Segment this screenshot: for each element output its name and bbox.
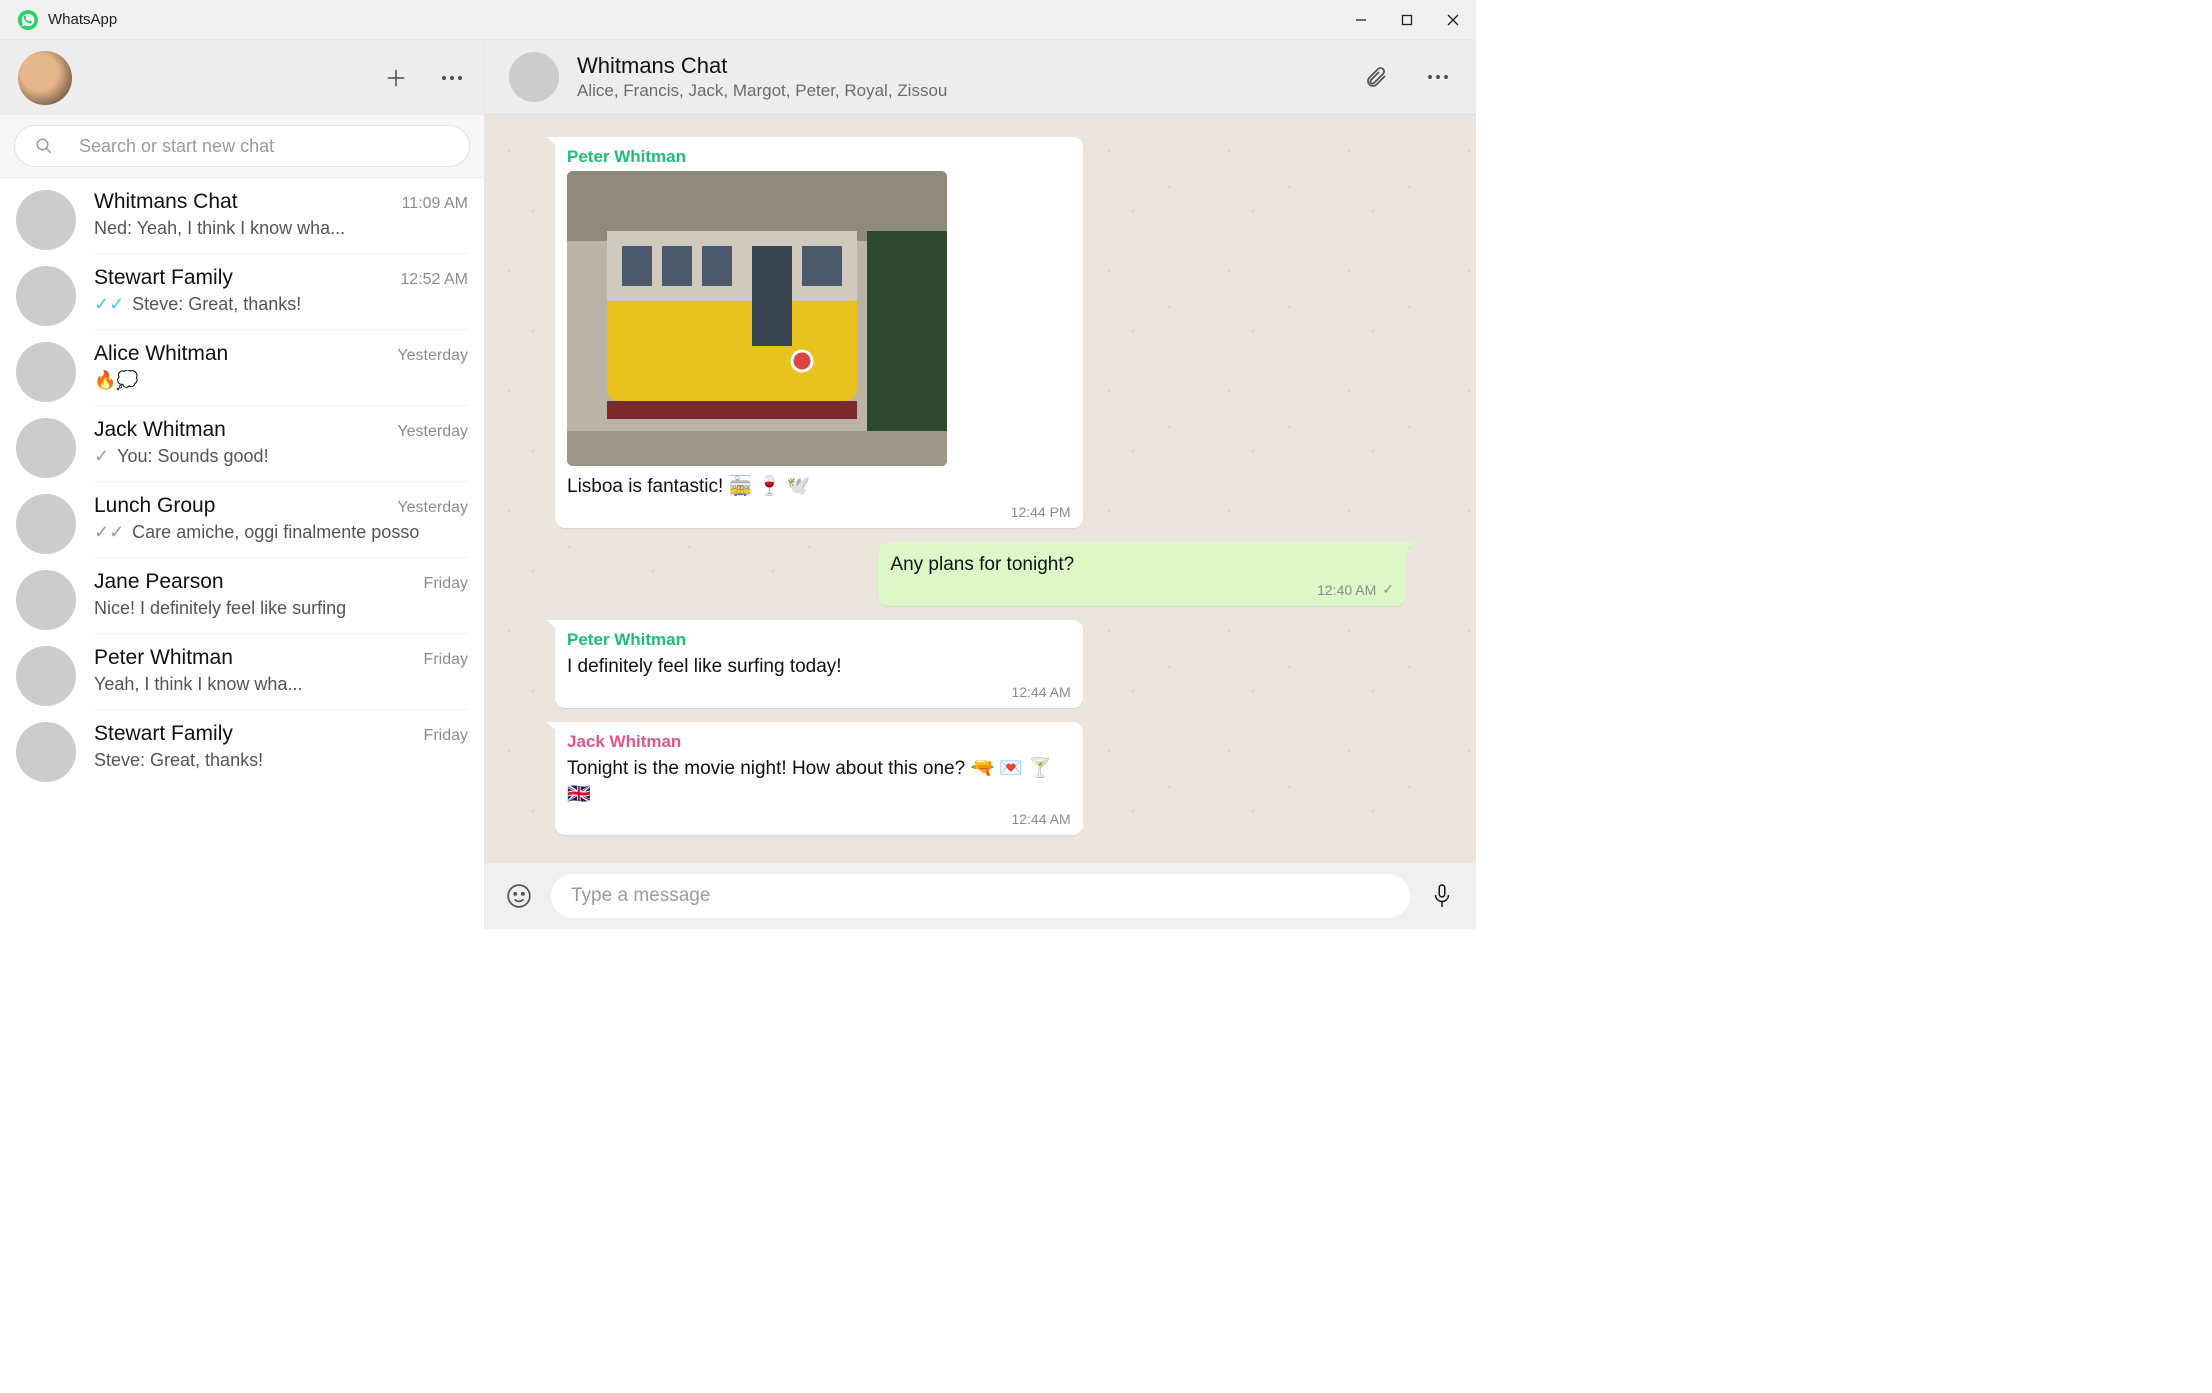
chat-list-avatar xyxy=(16,266,76,326)
chat-subtitle: Alice, Francis, Jack, Margot, Peter, Roy… xyxy=(577,81,1362,101)
chat-list-time: Yesterday xyxy=(397,423,468,441)
chat-header[interactable]: Whitmans Chat Alice, Francis, Jack, Marg… xyxy=(485,40,1476,115)
read-tick-icon: ✓✓ xyxy=(94,294,124,315)
sent-tick-icon: ✓ xyxy=(1382,581,1394,598)
message-time: 12:44 AM xyxy=(567,684,1071,700)
chat-list-avatar xyxy=(16,494,76,554)
attach-button[interactable] xyxy=(1362,63,1390,91)
chat-list-name: Peter Whitman xyxy=(94,646,233,670)
chat-list-time: Friday xyxy=(424,651,468,669)
whatsapp-logo-icon xyxy=(18,10,38,30)
chat-list-item[interactable]: Jane Pearson Friday Nice! I definitely fee… xyxy=(0,558,484,634)
chat-list-time: 12:52 AM xyxy=(400,271,468,289)
chat-list-name: Stewart Family xyxy=(94,722,233,746)
window-close-button[interactable] xyxy=(1430,0,1476,40)
message-time: 12:40 AM ✓ xyxy=(890,581,1394,598)
chat-list-time: Friday xyxy=(424,575,468,593)
self-avatar[interactable] xyxy=(18,51,72,105)
chat-list-avatar xyxy=(16,418,76,478)
message-input[interactable] xyxy=(571,885,1390,907)
message-time: 12:44 PM xyxy=(567,504,1071,520)
chat-list-item[interactable]: Alice Whitman Yesterday 🔥💭 xyxy=(0,330,484,406)
chat-list-item[interactable]: Peter Whitman Friday Yeah, I think I know … xyxy=(0,634,484,710)
chat-list-name: Stewart Family xyxy=(94,266,233,290)
chat-list-avatar xyxy=(16,190,76,250)
paperclip-icon xyxy=(1364,65,1388,89)
chat-list-name: Jack Whitman xyxy=(94,418,226,442)
smiley-icon xyxy=(506,883,532,909)
incoming-message[interactable]: Jack Whitman Tonight is the movie night! … xyxy=(555,722,1083,835)
message-sender: Jack Whitman xyxy=(567,732,1071,752)
window-title: WhatsApp xyxy=(48,11,117,28)
message-text: Tonight is the movie night! How about th… xyxy=(567,756,1071,807)
chat-list-name: Alice Whitman xyxy=(94,342,228,366)
voice-record-button[interactable] xyxy=(1428,882,1456,910)
chat-menu-button[interactable] xyxy=(1424,63,1452,91)
message-text: Any plans for tonight? xyxy=(890,552,1394,578)
chat-list-avatar xyxy=(16,722,76,782)
message-sender: Peter Whitman xyxy=(567,630,1071,650)
window-titlebar: WhatsApp xyxy=(0,0,1476,40)
message-input-wrapper[interactable] xyxy=(551,874,1410,918)
search-input-wrapper[interactable] xyxy=(14,125,470,167)
messages-area[interactable]: Peter Whitman Lisboa is fantastic! 🚋 🍷 🕊️… xyxy=(485,115,1476,863)
chat-list-item[interactable]: Stewart Family Friday Steve: Great, thanks… xyxy=(0,710,484,785)
chat-list-item[interactable]: Stewart Family 12:52 AM ✓✓Steve: Great, th… xyxy=(0,254,484,330)
microphone-icon xyxy=(1431,883,1453,909)
chat-list-preview: ✓✓Care amiche, oggi finalmente posso xyxy=(94,522,468,543)
chat-list-preview: ✓✓Steve: Great, thanks! xyxy=(94,294,468,315)
sent-tick-icon: ✓ xyxy=(94,446,109,467)
outgoing-message[interactable]: Any plans for tonight? 12:40 AM ✓ xyxy=(878,542,1406,607)
sidebar: Whitmans Chat 11:09 AM Ned: Yeah, I think … xyxy=(0,40,485,929)
chat-list-preview: Nice! I definitely feel like surfing xyxy=(94,598,468,619)
chat-list-name: Jane Pearson xyxy=(94,570,224,594)
chat-title: Whitmans Chat xyxy=(577,53,1362,79)
chat-list-item[interactable]: Whitmans Chat 11:09 AM Ned: Yeah, I think … xyxy=(0,178,484,254)
chat-list-avatar xyxy=(16,342,76,402)
chat-list[interactable]: Whitmans Chat 11:09 AM Ned: Yeah, I think … xyxy=(0,178,484,929)
chat-list-name: Lunch Group xyxy=(94,494,215,518)
chat-list-time: Yesterday xyxy=(397,499,468,517)
chat-list-time: Yesterday xyxy=(397,347,468,365)
chat-list-preview: Yeah, I think I know wha... xyxy=(94,674,468,695)
sidebar-search xyxy=(0,115,484,178)
message-text: I definitely feel like surfing today! xyxy=(567,654,1071,680)
chat-list-item[interactable]: Jack Whitman Yesterday ✓You: Sounds good! xyxy=(0,406,484,482)
new-chat-button[interactable] xyxy=(382,64,410,92)
message-time: 12:44 AM xyxy=(567,811,1071,827)
composer xyxy=(485,863,1476,929)
chat-avatar xyxy=(509,52,559,102)
chat-list-avatar xyxy=(16,646,76,706)
chat-list-name: Whitmans Chat xyxy=(94,190,238,214)
chat-list-item[interactable]: Lunch Group Yesterday ✓✓Care amiche, oggi … xyxy=(0,482,484,558)
message-sender: Peter Whitman xyxy=(567,147,1071,167)
window-maximize-button[interactable] xyxy=(1384,0,1430,40)
sidebar-header xyxy=(0,40,484,115)
chat-list-preview: Ned: Yeah, I think I know wha... xyxy=(94,218,468,239)
chat-list-preview: 🔥💭 xyxy=(94,370,468,391)
sidebar-menu-button[interactable] xyxy=(438,64,466,92)
search-icon xyxy=(35,137,53,155)
chat-list-time: Friday xyxy=(424,727,468,745)
sent-tick-icon: ✓✓ xyxy=(94,522,124,543)
search-input[interactable] xyxy=(79,136,449,157)
window-minimize-button[interactable] xyxy=(1338,0,1384,40)
incoming-message[interactable]: Peter Whitman Lisboa is fantastic! 🚋 🍷 🕊️… xyxy=(555,137,1083,528)
incoming-message[interactable]: Peter Whitman I definitely feel like surf… xyxy=(555,620,1083,708)
chat-list-time: 11:09 AM xyxy=(402,195,468,213)
message-text: Lisboa is fantastic! 🚋 🍷 🕊️ xyxy=(567,474,1071,500)
chat-panel: Whitmans Chat Alice, Francis, Jack, Marg… xyxy=(485,40,1476,929)
chat-list-preview: Steve: Great, thanks! xyxy=(94,750,468,771)
message-image[interactable] xyxy=(567,171,947,466)
chat-list-avatar xyxy=(16,570,76,630)
emoji-button[interactable] xyxy=(505,882,533,910)
chat-list-preview: ✓You: Sounds good! xyxy=(94,446,468,467)
